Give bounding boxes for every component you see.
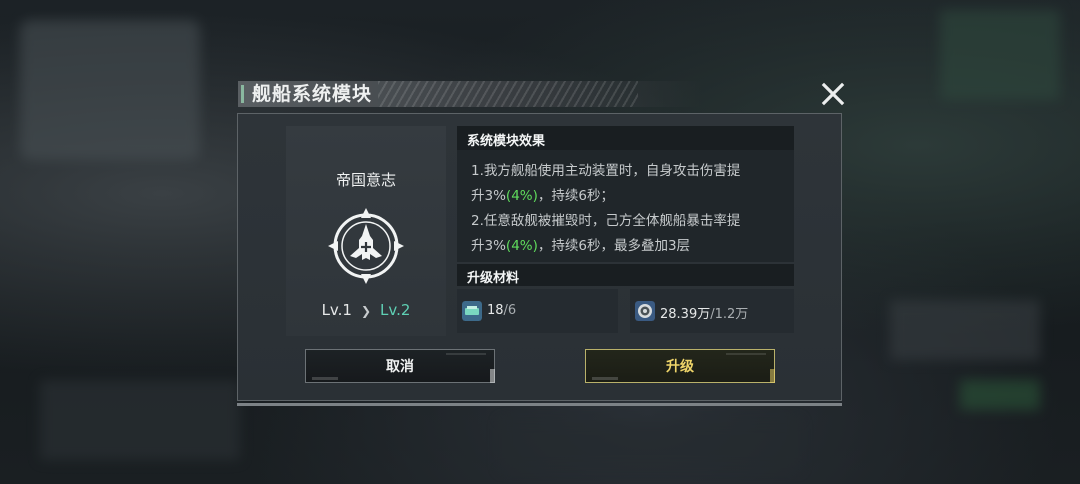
material-item[interactable]: 18/6 — [457, 289, 618, 333]
material-count: 28.39万/1.2万 — [660, 303, 748, 322]
material-have: 18 — [487, 303, 504, 318]
effect-line-2: 升3%(4%)，持续6秒； — [471, 184, 614, 204]
effect-line-4: 升3%(4%)，持续6秒，最多叠加3层 — [471, 234, 690, 254]
materials-title: 升级材料 — [467, 271, 520, 286]
dialog-title-bar: 舰船系统模块 — [238, 81, 818, 107]
background-blur — [940, 10, 1060, 100]
effect-highlight: (4%) — [505, 238, 538, 254]
material-count: 18/6 — [487, 303, 516, 318]
title-stripes — [378, 81, 638, 107]
level-current: Lv.1 — [321, 301, 352, 319]
background-blur — [500, 420, 800, 470]
module-dialog: 帝国意志 Lv.1 ❯ Lv.2 系统模块效果 1.我方舰船使用主动装置时，自身攻击… — [237, 113, 842, 406]
title-accent — [241, 85, 244, 103]
button-decoration — [312, 377, 338, 380]
upgrade-button[interactable]: 升级 — [585, 349, 775, 383]
background-blur — [960, 380, 1040, 410]
effect-header: 系统模块效果 — [457, 126, 794, 150]
dialog-title: 舰船系统模块 — [252, 83, 373, 105]
background-blur — [40, 380, 240, 460]
button-decoration — [726, 353, 766, 355]
material-item[interactable]: 28.39万/1.2万 — [630, 289, 794, 333]
material-need: /1.2万 — [710, 307, 749, 322]
background-blur — [20, 20, 200, 160]
button-decoration — [490, 369, 495, 383]
close-icon[interactable] — [821, 82, 845, 106]
effect-text: ，持续6秒； — [537, 188, 614, 204]
level-next: Lv.2 — [380, 301, 411, 319]
background-blur — [890, 300, 1040, 360]
material-need: /6 — [503, 303, 517, 318]
level-row: Lv.1 ❯ Lv.2 — [286, 301, 446, 319]
cancel-label: 取消 — [386, 359, 414, 375]
material-have: 28.39万 — [660, 307, 711, 322]
effect-highlight: (4%) — [505, 188, 538, 204]
module-name: 帝国意志 — [335, 171, 396, 189]
upgrade-label: 升级 — [666, 359, 694, 375]
effect-section: 系统模块效果 1.我方舰船使用主动装置时，自身攻击伤害提 升3%(4%)，持续6… — [457, 126, 794, 262]
button-decoration — [592, 377, 618, 380]
effect-title: 系统模块效果 — [467, 134, 546, 149]
effect-text: 升3% — [471, 238, 506, 254]
effect-line-1: 1.我方舰船使用主动装置时，自身攻击伤害提 — [471, 163, 741, 179]
button-decoration — [770, 369, 775, 383]
effect-text: 升3% — [471, 188, 506, 204]
module-chip-icon — [462, 301, 482, 321]
button-decoration — [446, 353, 486, 355]
crosshair-ship-emblem-icon — [328, 208, 404, 284]
close-icon[interactable] — [820, 82, 846, 108]
credit-coin-icon — [635, 301, 655, 321]
effect-line-3: 2.任意敌舰被摧毁时，己方全体舰船暴击率提 — [471, 213, 741, 229]
cancel-button[interactable]: 取消 — [305, 349, 495, 383]
chevron-right-icon: ❯ — [360, 304, 372, 318]
materials-header: 升级材料 — [457, 264, 794, 286]
module-card: 帝国意志 Lv.1 ❯ Lv.2 — [286, 126, 446, 336]
effect-text: ，持续6秒，最多叠加3层 — [537, 238, 691, 254]
